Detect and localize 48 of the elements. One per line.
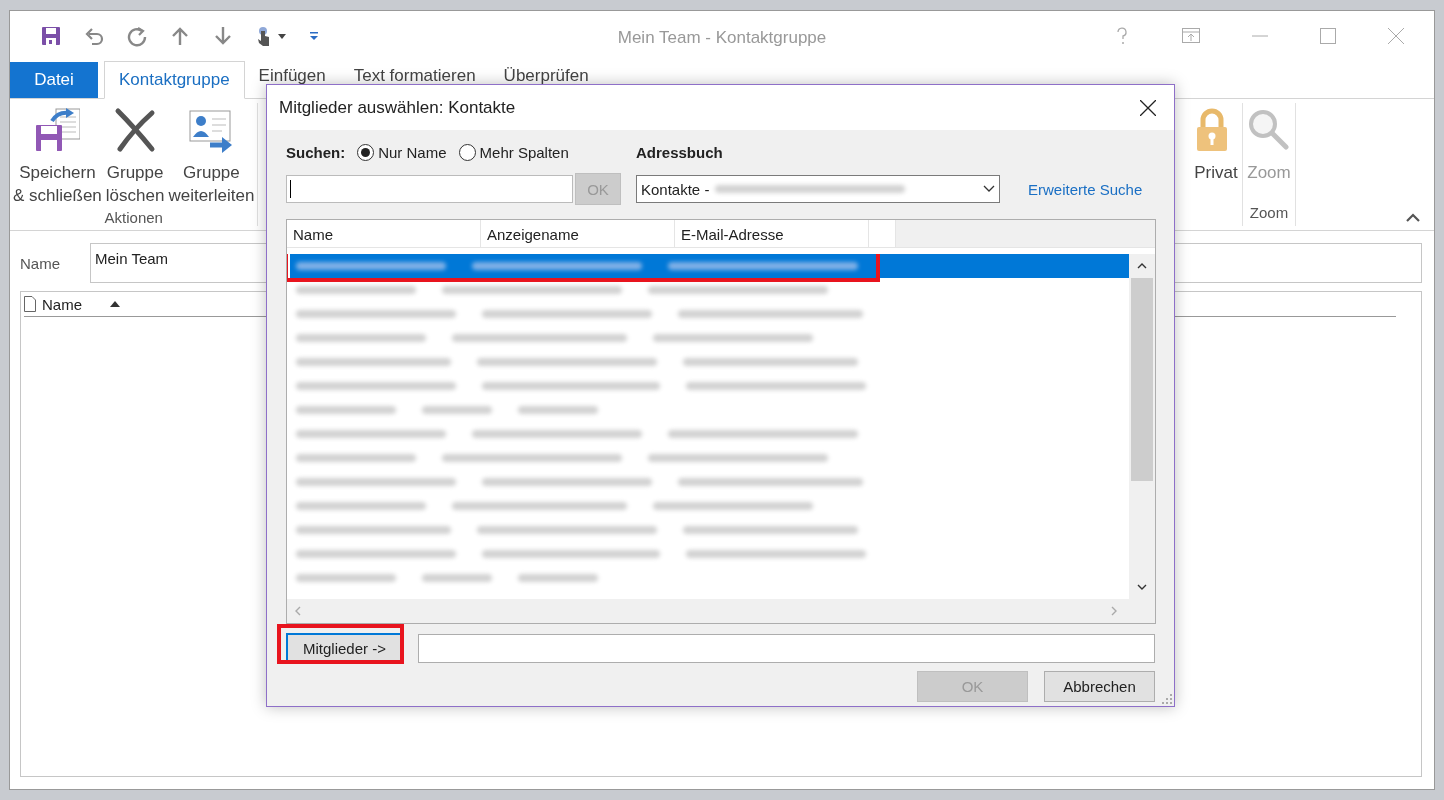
address-book-dropdown[interactable]: Kontakte -: [636, 175, 1000, 203]
help-icon[interactable]: [1114, 26, 1130, 46]
cancel-button[interactable]: Abbrechen: [1044, 671, 1155, 702]
scroll-down-icon[interactable]: [1137, 584, 1147, 590]
dialog-title: Mitglieder auswählen: Kontakte: [279, 97, 516, 118]
search-label: Suchen:: [286, 143, 346, 161]
column-title: Name: [42, 295, 82, 313]
group-label: Aktionen: [103, 208, 164, 228]
window-title: Mein Team - Kontaktgruppe: [617, 28, 827, 48]
ribbon-button[interactable]: Privat: [1191, 103, 1241, 202]
save-icon[interactable]: [40, 25, 62, 47]
down-arrow-icon[interactable]: [212, 25, 234, 47]
scroll-up-icon[interactable]: [1137, 263, 1147, 269]
file-tab[interactable]: Datei: [10, 62, 98, 98]
resize-grip-icon[interactable]: [1162, 694, 1172, 704]
group-label: Zoom: [1248, 203, 1290, 223]
address-book-label: Adressbuch: [636, 143, 723, 161]
radio-option[interactable]: Nur Name: [357, 143, 447, 161]
members-field[interactable]: [418, 633, 1155, 663]
close-icon[interactable]: [1140, 99, 1156, 116]
maximize-icon[interactable]: [1320, 28, 1336, 44]
save-and-close-icon: [34, 107, 81, 153]
radio-option[interactable]: Mehr Spalten: [458, 143, 569, 161]
scroll-thumb[interactable]: [1131, 278, 1153, 481]
scroll-right-icon[interactable]: [1111, 606, 1117, 616]
column-header[interactable]: E-Mail-Adresse: [675, 220, 869, 247]
ribbon-button[interactable]: Speichern & schließen: [11, 103, 104, 207]
horizontal-scrollbar[interactable]: [287, 599, 1155, 623]
ribbon-tab[interactable]: Kontaktgruppe: [104, 61, 245, 99]
column-header[interactable]: Name: [42, 295, 120, 313]
redo-icon[interactable]: [126, 25, 148, 47]
ribbon-button[interactable]: Gruppe weiterleiten: [166, 103, 257, 207]
column-header[interactable]: Name: [287, 220, 481, 247]
advanced-search-link[interactable]: Erweiterte Suche: [1028, 180, 1143, 198]
search-field[interactable]: [286, 175, 573, 203]
collapse-ribbon-icon[interactable]: [1406, 213, 1420, 222]
chevron-down-icon: [983, 185, 995, 193]
touch-mode-icon[interactable]: [255, 25, 287, 47]
undo-icon[interactable]: [83, 25, 105, 47]
field-label: Name: [20, 254, 61, 272]
vertical-scrollbar[interactable]: [1129, 254, 1155, 599]
scroll-left-icon[interactable]: [295, 606, 301, 616]
ribbon-display-options-icon[interactable]: [1182, 28, 1200, 44]
document-icon: [24, 296, 36, 312]
column-header[interactable]: Anzeigename: [481, 220, 675, 247]
ribbon-button[interactable]: Gruppe löschen: [103, 103, 167, 207]
magnifier-icon: [1246, 107, 1292, 153]
members-button[interactable]: Mitglieder ->: [286, 633, 403, 663]
